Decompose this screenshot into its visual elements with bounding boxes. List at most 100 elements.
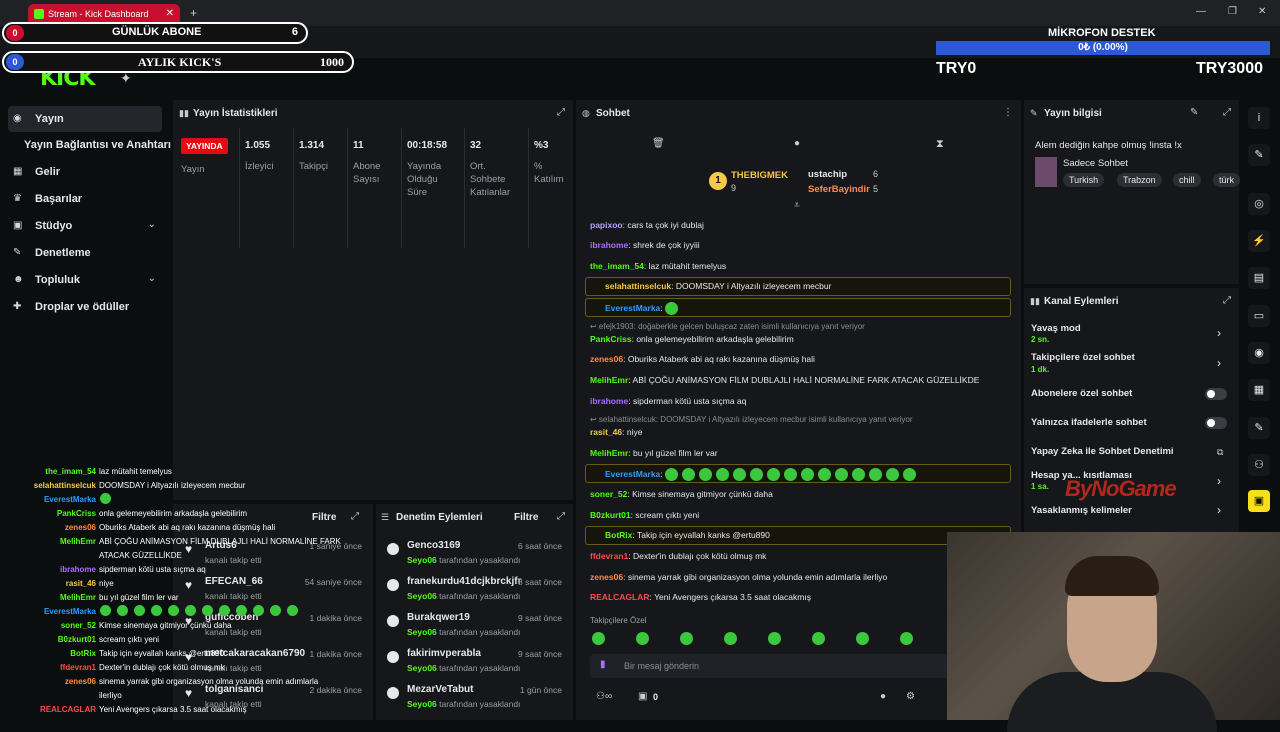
gifter-count: 6	[873, 169, 879, 179]
more-options-icon[interactable]: ⋮	[1003, 107, 1013, 118]
sidebar-item-label: Başarılar	[35, 193, 83, 205]
chat-username[interactable]: EverestMarka	[605, 303, 660, 313]
panel-title: Yayın bilgisi	[1044, 108, 1102, 119]
chat-username[interactable]: zenes06	[590, 354, 623, 364]
new-tab-icon[interactable]: +	[190, 6, 197, 20]
moderated-user[interactable]: MezarVeTabut	[407, 684, 474, 695]
external-link-icon[interactable]: ⧉	[1217, 447, 1223, 458]
wrench-icon[interactable]: ✎	[1248, 417, 1270, 439]
emote-icon[interactable]	[680, 632, 693, 645]
trash-icon[interactable]: 🗑	[652, 138, 665, 149]
filter-button[interactable]: Filtre	[514, 512, 538, 523]
document-icon[interactable]: ▤	[1248, 267, 1270, 289]
pen-icon[interactable]: ✎	[1248, 144, 1270, 166]
sidebar-item-denetleme[interactable]: ✎ Denetleme	[8, 240, 162, 266]
sidebar-item-stream-key[interactable]: Yayın Bağlantısı ve Anahtarı	[8, 132, 171, 158]
expand-icon[interactable]: ⤢	[557, 511, 565, 522]
settings-icon[interactable]: ⚙	[906, 691, 915, 702]
chat-username[interactable]: B0zkurt01	[590, 510, 631, 520]
chat-username[interactable]: papixoo	[590, 220, 623, 230]
emote-icon[interactable]	[900, 632, 913, 645]
bolt-icon[interactable]: ⚡	[1248, 230, 1270, 252]
hourglass-icon[interactable]: ⧗	[936, 138, 944, 151]
chat-username[interactable]: selahattinselcuk	[605, 281, 671, 291]
tag-chip[interactable]: chill	[1173, 173, 1201, 187]
chat-username[interactable]: REALCAGLAR	[590, 592, 650, 602]
target-icon[interactable]: ◎	[1248, 193, 1270, 215]
chevron-right-icon[interactable]: ›	[1217, 503, 1221, 517]
ai-moderation-label[interactable]: Yapay Zeka ile Sohbet Denetimi	[1031, 446, 1174, 457]
chat-input[interactable]: ▮ Bir mesaj gönderin	[590, 654, 950, 678]
sidebar-item-droplar[interactable]: ✚ Droplar ve ödüller	[8, 294, 162, 320]
broadcast-icon[interactable]: ◉	[1248, 342, 1270, 364]
gift-box-icon[interactable]: ▣	[638, 691, 647, 702]
expand-icon[interactable]: ⤢	[1223, 295, 1231, 306]
sidebar-item-yayin[interactable]: ◉ Yayın	[8, 106, 162, 132]
chat-icon[interactable]: ▭	[1248, 305, 1270, 327]
chat-username[interactable]: rasit_46	[590, 427, 622, 437]
close-tab-icon[interactable]: ✕	[166, 8, 174, 19]
chat-bubble-icon[interactable]: ●	[794, 138, 800, 149]
emote-icon[interactable]	[636, 632, 649, 645]
emote-icon[interactable]	[812, 632, 825, 645]
subscribers-only-toggle[interactable]	[1205, 388, 1227, 400]
chat-username[interactable]: ibrahome	[590, 240, 628, 250]
top-gifter-name[interactable]: THEBIGMEK	[731, 170, 788, 181]
follower-name[interactable]: EFECAN_66	[205, 576, 263, 587]
moderated-user[interactable]: Genco3169	[407, 540, 460, 551]
filter-button[interactable]: Filtre	[312, 512, 336, 523]
tag-chip[interactable]: türk	[1213, 173, 1241, 187]
collapse-icon[interactable]: ⩡	[794, 200, 800, 211]
chat-username[interactable]: MelihEmr	[590, 448, 628, 458]
moderated-user[interactable]: fakirimvperabla	[407, 648, 481, 659]
sidebar-item-gelir[interactable]: ▦ Gelir	[8, 159, 162, 185]
expand-icon[interactable]: ⤢	[351, 511, 359, 522]
gifter-name[interactable]: SeferBayindir	[808, 184, 870, 195]
emote-only-toggle[interactable]	[1205, 417, 1227, 429]
follower-action: kanalı takip etti	[205, 555, 262, 565]
emote-icon[interactable]	[724, 632, 737, 645]
tag-chip[interactable]: Trabzon	[1117, 173, 1162, 187]
sidebar-item-topluluk[interactable]: ☻ Topluluk ⌄	[8, 267, 162, 293]
emote-icon[interactable]	[592, 632, 605, 645]
banned-words-label[interactable]: Yasaklanmış kelimeler	[1031, 505, 1132, 516]
people-icon[interactable]: ⚇	[1248, 454, 1270, 476]
emoji-icon[interactable]: ●	[880, 691, 886, 702]
chevron-right-icon[interactable]: ›	[1217, 474, 1221, 488]
users-icon[interactable]: ⚇∞	[596, 691, 612, 702]
chat-username[interactable]: zenes06	[590, 572, 623, 582]
moderated-user[interactable]: Burakqwer19	[407, 612, 470, 623]
info-icon[interactable]: i	[1248, 107, 1270, 129]
slow-mode-label[interactable]: Yavaş mod	[1031, 323, 1081, 334]
chat-username[interactable]: soner_52	[590, 489, 627, 499]
mic-icon[interactable]: ▮	[600, 659, 606, 670]
emote-icon[interactable]	[768, 632, 781, 645]
edit-icon[interactable]: ✎	[1190, 107, 1198, 118]
expand-icon[interactable]: ⤢	[557, 107, 565, 118]
sidebar-item-studyo[interactable]: ▣ Stüdyo ⌄	[8, 213, 162, 239]
tag-chip[interactable]: Turkish	[1063, 173, 1105, 187]
chevron-right-icon[interactable]: ›	[1217, 326, 1221, 340]
moderation-action: Seyo06 tarafından yasaklandı	[407, 591, 521, 601]
maximize-icon[interactable]: ❐	[1228, 6, 1237, 17]
minimize-icon[interactable]: —	[1196, 6, 1206, 17]
chat-username[interactable]: the_imam_54	[590, 261, 644, 271]
clapper-icon[interactable]: ▣	[1248, 490, 1270, 512]
gifter-name[interactable]: ustachip	[808, 169, 847, 180]
expand-icon[interactable]: ⤢	[1223, 107, 1231, 118]
chat-username[interactable]: ibrahome	[590, 396, 628, 406]
category-name[interactable]: Sadece Sohbet	[1063, 158, 1128, 169]
close-window-icon[interactable]: ✕	[1258, 6, 1266, 17]
chat-username[interactable]: PankCriss	[590, 334, 632, 344]
sidebar: ◉ Yayın Yayın Bağlantısı ve Anahtarı ▦ G…	[0, 100, 171, 480]
category-thumbnail[interactable]	[1035, 157, 1057, 187]
chevron-right-icon[interactable]: ›	[1217, 356, 1221, 370]
layout-icon[interactable]: ▦	[1248, 379, 1270, 401]
chat-username[interactable]: BotRix	[605, 530, 632, 540]
sidebar-item-basarilar[interactable]: ♛ Başarılar	[8, 186, 162, 212]
chat-username[interactable]: MelihEmr	[590, 375, 628, 385]
chat-username[interactable]: ffdevran1	[590, 551, 628, 561]
chat-username[interactable]: EverestMarka	[605, 469, 660, 479]
emote-icon[interactable]	[856, 632, 869, 645]
followers-only-chat-label[interactable]: Takipçilere özel sohbet	[1031, 352, 1135, 363]
